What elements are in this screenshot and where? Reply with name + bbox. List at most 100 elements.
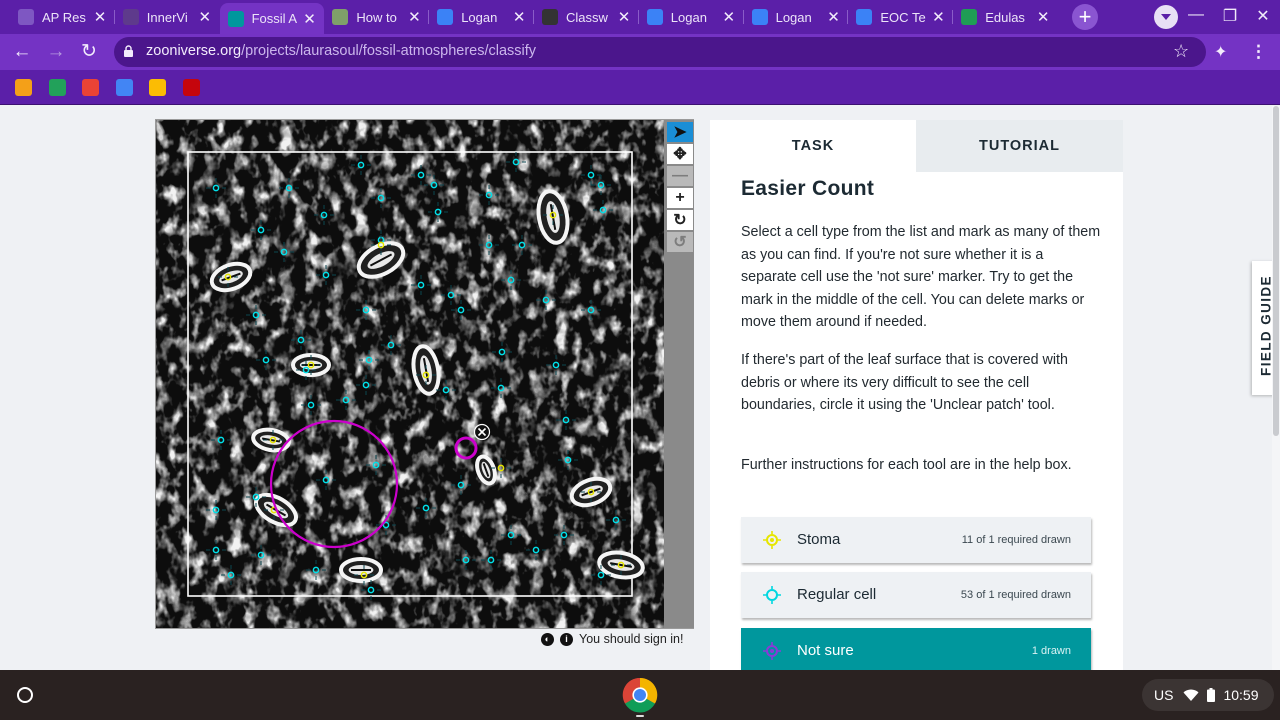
task-tabs: TASK TUTORIAL (710, 120, 1123, 172)
zooniverse-classify-page: ➤ ✥ — + ↻ ↺ ◐ i You should sign in! TASK… (0, 106, 1280, 670)
browser-tab-strip: AP Res ✕ InnerVi ✕ Fossil A ✕ How to ✕ Logan ✕ Cla… (0, 0, 1280, 34)
reload-icon[interactable]: ↻ (78, 41, 100, 63)
browser-toolbar: ← → ↻ zooniverse.org/projects/laurasoul/… (0, 34, 1280, 70)
wifi-icon (1183, 689, 1199, 701)
back-icon[interactable]: ← (11, 41, 33, 63)
browser-tab[interactable]: EOC Te ✕ (848, 4, 952, 30)
browser-tab[interactable]: InnerVi ✕ (115, 4, 219, 30)
tool-count: 53 of 1 required drawn (960, 589, 1071, 601)
reset-view-icon[interactable]: ↺ (667, 232, 693, 252)
tool-regular-cell[interactable]: Regular cell 53 of 1 required drawn (741, 572, 1091, 618)
close-tab-icon[interactable]: ✕ (1035, 8, 1051, 26)
apps-bookmark-icon[interactable] (15, 79, 32, 96)
subject-viewer[interactable]: ➤ ✥ — + ↻ ↺ (155, 119, 694, 629)
stoma-structure (339, 557, 383, 583)
bookmarks-bar (0, 70, 1280, 105)
pointer-tool-icon[interactable]: ➤ (667, 122, 693, 142)
tool-not-sure[interactable]: Not sure 1 drawn (741, 628, 1091, 670)
running-indicator (636, 715, 644, 717)
zoom-out-icon[interactable]: — (667, 166, 693, 186)
sign-in-notice[interactable]: You should sign in! (579, 632, 683, 646)
invert-icon[interactable]: ◐ (541, 632, 554, 646)
browser-tab[interactable]: How to ✕ (324, 4, 428, 30)
tab-separator (113, 10, 115, 24)
gmail-bookmark-icon[interactable] (82, 79, 100, 96)
chrome-app-icon[interactable] (622, 677, 658, 713)
clock: 10:59 (1223, 687, 1259, 703)
forward-icon[interactable]: → (45, 41, 67, 63)
not-sure-marker-icon (763, 642, 781, 660)
instructions-paragraph-1: Select a cell type from the list and mar… (741, 224, 1101, 330)
butterfly-icon (332, 9, 349, 25)
url-path: /projects/laurasoul/fossil-atmospheres/c… (241, 43, 537, 59)
classroom-bookmark-icon[interactable] (48, 79, 66, 96)
profile-menu-icon[interactable] (1154, 5, 1178, 29)
url-text[interactable]: zooniverse.org/projects/laurasoul/fossil… (146, 43, 536, 59)
tab-title: Logan (461, 9, 498, 25)
docs-icon (646, 9, 663, 25)
tab-title: Edulas (985, 9, 1025, 25)
task-panel: TASK TUTORIAL Easier Count Select a cell… (710, 120, 1123, 670)
tab-title: Fossil A (251, 11, 298, 26)
close-tab-icon[interactable]: ✕ (930, 8, 946, 26)
tab-title: Logan (775, 9, 812, 25)
tab-separator (533, 10, 534, 24)
browser-tab[interactable]: Logan ✕ (429, 4, 533, 30)
tab-title: EOC Te (880, 9, 926, 25)
uw-bookmark-icon[interactable] (183, 79, 200, 96)
tool-label: Stoma (797, 531, 841, 548)
close-tab-icon[interactable]: ✕ (197, 8, 213, 26)
browser-tab[interactable]: Fossil A ✕ (219, 3, 324, 34)
tab-title: AP Res (42, 9, 86, 25)
page-scrollbar[interactable] (1272, 106, 1280, 670)
docs-bookmark-icon[interactable] (115, 79, 133, 96)
close-tab-icon[interactable]: ✕ (406, 8, 422, 26)
rotate-icon[interactable]: ↻ (667, 210, 693, 230)
browser-tab[interactable]: Logan ✕ (639, 4, 743, 30)
leaf-cuticle-image[interactable] (156, 120, 664, 628)
instructions-paragraph-3: Further instructions for each tool are i… (741, 457, 1072, 473)
innerview-icon (122, 9, 139, 25)
tool-stoma[interactable]: Stoma 11 of 1 required drawn (741, 517, 1091, 563)
regular-cell-marker-icon (763, 586, 781, 604)
pan-tool-icon[interactable]: ✥ (667, 144, 693, 164)
zoom-in-icon[interactable]: + (667, 188, 693, 208)
battery-icon (1207, 688, 1216, 702)
status-tray[interactable]: US 10:59 (1142, 679, 1274, 711)
close-tab-icon[interactable]: ✕ (826, 8, 842, 26)
browser-tab[interactable]: AP Res ✕ (10, 4, 114, 30)
close-tab-icon[interactable]: ✕ (721, 8, 737, 26)
new-tab-button[interactable]: + (1072, 4, 1098, 30)
tab-title: Classw (566, 9, 608, 25)
close-tab-icon[interactable]: ✕ (616, 8, 632, 26)
browser-tab[interactable]: Logan ✕ (744, 4, 848, 30)
keyboard-locale[interactable]: US (1154, 687, 1173, 703)
edulastic-icon (961, 9, 978, 25)
tab-task[interactable]: TASK (710, 120, 916, 172)
launcher-icon[interactable] (17, 687, 33, 703)
lock-icon (124, 45, 133, 57)
tab-separator (742, 10, 744, 24)
tool-count: 11 of 1 required drawn (961, 534, 1071, 546)
tool-count: 1 drawn (1031, 645, 1071, 657)
subject-metadata-bar: ◐ i You should sign in! (541, 631, 683, 647)
close-tab-icon[interactable]: ✕ (302, 10, 318, 28)
extensions-icon[interactable]: ✦ (1214, 42, 1227, 62)
minimize-icon[interactable]: — (1186, 6, 1206, 24)
bookmark-star-icon[interactable]: ☆ (1173, 41, 1189, 62)
task-title: Easier Count (741, 177, 875, 200)
tab-separator (847, 10, 849, 24)
tab-tutorial[interactable]: TUTORIAL (916, 120, 1123, 172)
drive-bookmark-icon[interactable] (149, 79, 167, 96)
close-tab-icon[interactable]: ✕ (511, 8, 527, 26)
delete-mark-icon[interactable] (473, 423, 491, 441)
tab-title: InnerVi (146, 9, 188, 25)
chrome-menu-icon[interactable]: ⋮ (1250, 42, 1267, 62)
zooniverse-icon (227, 10, 244, 27)
browser-tab[interactable]: Classw ✕ (534, 4, 638, 30)
info-icon[interactable]: i (560, 632, 573, 646)
browser-tab[interactable]: Edulas ✕ (953, 4, 1057, 30)
close-window-icon[interactable]: ✕ (1253, 6, 1273, 26)
restore-icon[interactable]: ❐ (1220, 6, 1240, 26)
close-tab-icon[interactable]: ✕ (92, 8, 108, 26)
